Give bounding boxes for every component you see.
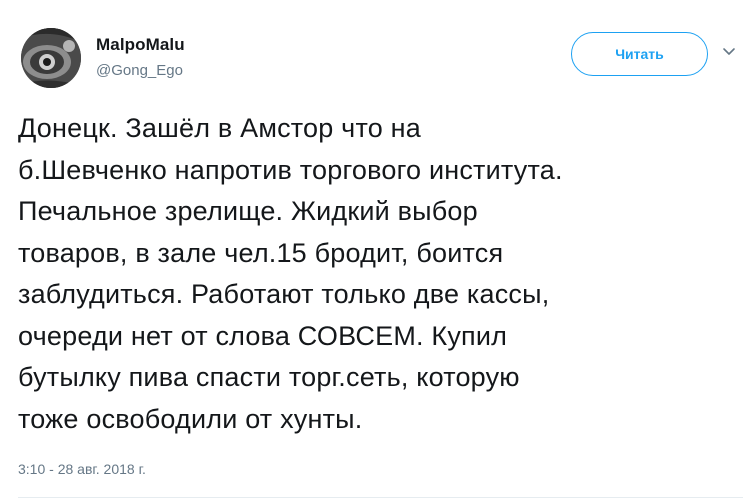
tweet-text-line: очереди нет от слова СОВСЕМ. Купил: [18, 320, 508, 351]
avatar[interactable]: [21, 28, 81, 88]
user-handle[interactable]: @Gong_Ego: [96, 62, 183, 79]
tweet-text: Донецк. Зашёл в Амстор что на б.Шевченко…: [18, 108, 738, 440]
tweet-card: MalpoMalu @Gong_Ego Читать Донецк. Зашёл…: [0, 0, 743, 501]
divider: [18, 497, 743, 498]
chevron-down-icon[interactable]: [721, 44, 737, 60]
tweet-text-line: б.Шевченко напротив торгового института.: [18, 154, 563, 185]
tweet-text-line: Печальное зрелище. Жидкий выбор: [18, 196, 478, 226]
tweet-text-line: бутылку пива спасти торг.сеть, которую: [18, 362, 520, 392]
tweet-text-line: Донецк. Зашёл в Амстор что на: [18, 113, 421, 143]
tweet-text-line: товаров, в зале чел.15 бродит, боится: [18, 237, 504, 268]
tweet-timestamp[interactable]: 3:10 - 28 авг. 2018 г.: [18, 461, 146, 477]
tweet-text-line: тоже освободили от хунты.: [18, 403, 363, 434]
display-name[interactable]: MalpoMalu: [96, 35, 185, 55]
tweet-text-line: заблудиться. Работают только две кассы,: [18, 279, 550, 309]
follow-button[interactable]: Читать: [571, 32, 708, 76]
